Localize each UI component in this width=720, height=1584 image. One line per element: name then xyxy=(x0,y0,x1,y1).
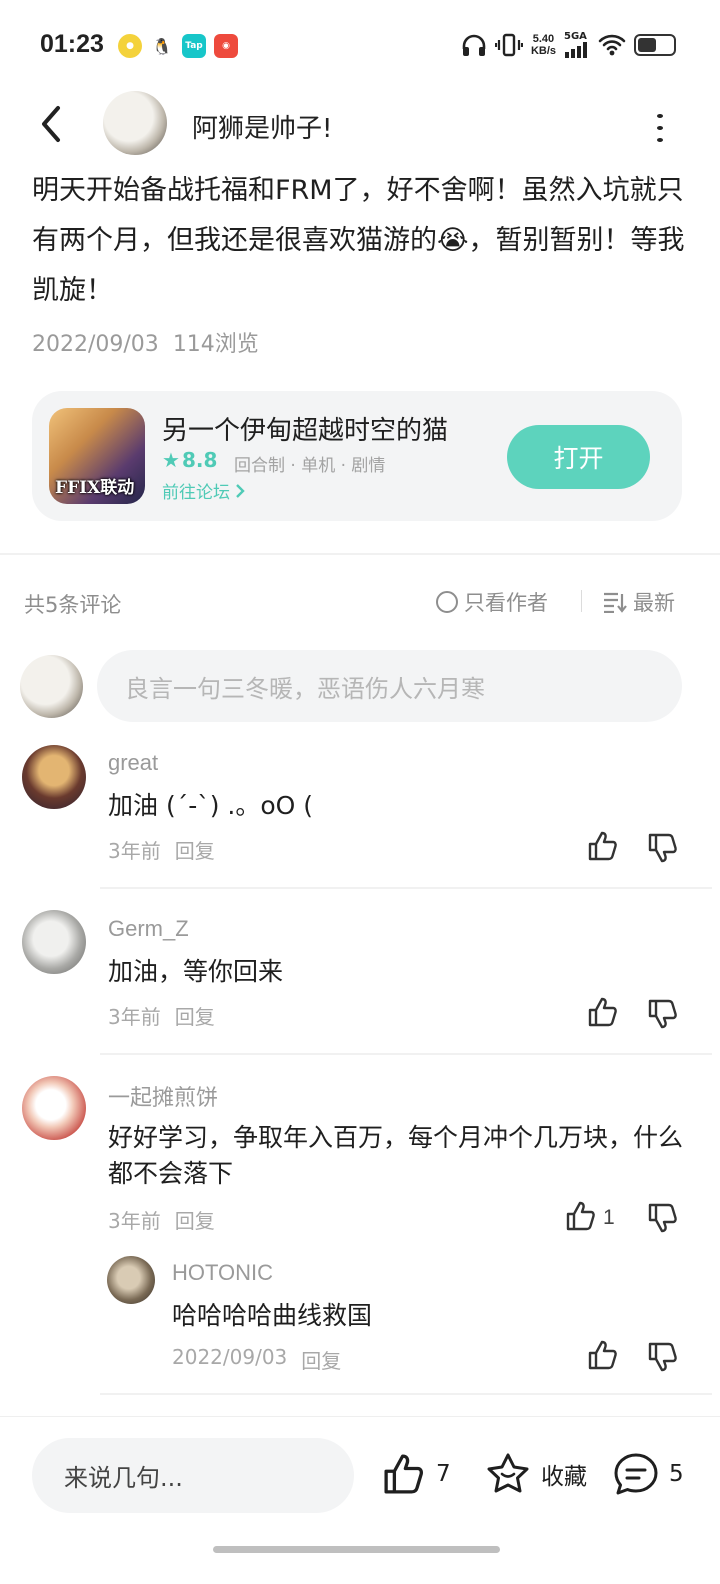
comment-meta: 3年前 回复 xyxy=(108,1001,215,1030)
chat-bubble-icon xyxy=(614,1453,658,1495)
comment-divider xyxy=(100,887,712,889)
author-avatar[interactable] xyxy=(103,91,167,155)
post-date: 2022/09/03 xyxy=(32,332,159,357)
comment-time: 3年前 xyxy=(108,1209,161,1233)
comment-divider xyxy=(100,1393,712,1395)
commenter-name[interactable]: Germ_Z xyxy=(108,916,189,942)
thumbs-down-icon[interactable] xyxy=(647,998,679,1030)
favorite-label: 收藏 xyxy=(541,1464,587,1490)
commenter-avatar[interactable] xyxy=(22,745,86,809)
thumbs-down-icon[interactable] xyxy=(647,1341,679,1373)
vibrate-icon xyxy=(494,33,523,57)
open-game-button[interactable]: 打开 xyxy=(507,425,650,489)
chevron-right-icon xyxy=(236,483,245,498)
app-notification-icon: ● xyxy=(118,34,142,58)
thumbs-up-icon[interactable] xyxy=(587,996,619,1028)
game-rating: ★ 8.8 xyxy=(162,448,218,472)
commenter-name[interactable]: great xyxy=(108,750,158,776)
thumbs-up-icon[interactable] xyxy=(565,1200,597,1232)
notification-icons: ● 🐧 Tap ◉ xyxy=(118,34,238,58)
reply-text: 哈哈哈哈曲线救国 xyxy=(172,1301,373,1330)
commenter-avatar[interactable] xyxy=(22,1076,86,1140)
comment-divider xyxy=(100,1053,712,1055)
comments-button[interactable]: 5 xyxy=(613,1452,684,1496)
game-title[interactable]: 另一个伊甸超越时空的猫 xyxy=(162,410,448,447)
section-divider xyxy=(0,553,720,555)
signal-icon xyxy=(565,42,587,58)
thumbs-down-icon[interactable] xyxy=(647,832,679,864)
commenter-name[interactable]: 一起摊煎饼 xyxy=(108,1080,218,1112)
comment-meta: 3年前 回复 xyxy=(108,835,215,864)
app-icon: ◉ xyxy=(214,34,238,58)
sort-button[interactable]: 最新 xyxy=(603,587,675,617)
post-content: 明天开始备战托福和FRM了，好不舍啊！虽然入坑就只有两个月，但我还是很喜欢猫游的… xyxy=(32,175,685,306)
radio-icon xyxy=(436,591,458,613)
divider xyxy=(581,590,582,612)
comment-input[interactable]: 良言一句三冬暖，恶语伤人六月寒 xyxy=(97,650,682,722)
battery-icon xyxy=(634,34,676,56)
signal-indicator: 5GA xyxy=(564,32,590,58)
post-views: 114浏览 xyxy=(172,332,259,357)
reply-button[interactable]: 回复 xyxy=(175,1205,215,1234)
comment-text: 加油，等你回来 xyxy=(108,957,284,986)
reply-time: 2022/09/03 xyxy=(172,1345,288,1369)
game-icon[interactable]: FFIX联动 xyxy=(49,408,145,504)
favorite-button[interactable]: 收藏 xyxy=(485,1452,587,1496)
status-time: 01:23 xyxy=(40,30,104,58)
sort-icon xyxy=(604,592,627,613)
like-count: 1 xyxy=(603,1206,615,1229)
post-meta: 2022/09/03 114浏览 xyxy=(32,326,259,358)
author-name[interactable]: 阿狮是帅子! xyxy=(192,108,332,145)
reply-button[interactable]: 回复 xyxy=(301,1345,341,1374)
home-indicator[interactable] xyxy=(213,1546,500,1553)
reply-button[interactable]: 回复 xyxy=(175,1001,215,1030)
reply-avatar[interactable] xyxy=(107,1256,155,1304)
game-icon-text: FFIX联动 xyxy=(55,478,135,498)
comment-time: 3年前 xyxy=(108,1005,161,1029)
comment-time: 3年前 xyxy=(108,839,161,863)
star-smile-icon xyxy=(487,1453,529,1493)
comment-text: 加油 (´-`) .。oO ( xyxy=(108,791,314,820)
bottom-comment-input[interactable]: 来说几句... xyxy=(32,1438,354,1513)
like-count: 7 xyxy=(436,1461,451,1487)
reply-meta: 2022/09/03 回复 xyxy=(172,1345,341,1374)
qq-icon: 🐧 xyxy=(150,34,174,58)
thumbs-up-icon[interactable] xyxy=(587,830,619,862)
commenter-avatar[interactable] xyxy=(22,910,86,974)
my-avatar xyxy=(20,655,83,718)
thumbs-up-icon xyxy=(384,1454,423,1494)
wifi-icon xyxy=(598,34,626,56)
comment-text: 好好学习，争取年入百万，每个月冲个几万块，什么都不会落下 xyxy=(108,1123,684,1188)
headphones-icon xyxy=(462,34,486,56)
game-tags: 回合制 · 单机 · 剧情 xyxy=(234,456,386,476)
star-icon: ★ xyxy=(162,448,180,472)
comment-count: 5 xyxy=(669,1461,684,1487)
taptap-icon: Tap xyxy=(182,34,206,58)
back-button[interactable] xyxy=(36,104,68,144)
comment-meta: 3年前 回复 xyxy=(108,1205,215,1234)
author-only-toggle[interactable]: 只看作者 xyxy=(436,587,548,617)
like-post-button[interactable]: 7 xyxy=(382,1452,451,1496)
thumbs-down-icon[interactable] xyxy=(647,1202,679,1234)
forum-link[interactable]: 前往论坛 xyxy=(162,478,246,503)
comments-count: 共5条评论 xyxy=(24,593,122,617)
reply-button[interactable]: 回复 xyxy=(175,835,215,864)
reply-user-name[interactable]: HOTONIC xyxy=(172,1260,273,1286)
thumbs-up-icon[interactable] xyxy=(587,1339,619,1371)
more-options-button[interactable] xyxy=(648,110,672,142)
net-speed: 5.40 KB/s xyxy=(530,33,556,57)
status-right: 5.40 KB/s 5GA xyxy=(461,32,676,58)
